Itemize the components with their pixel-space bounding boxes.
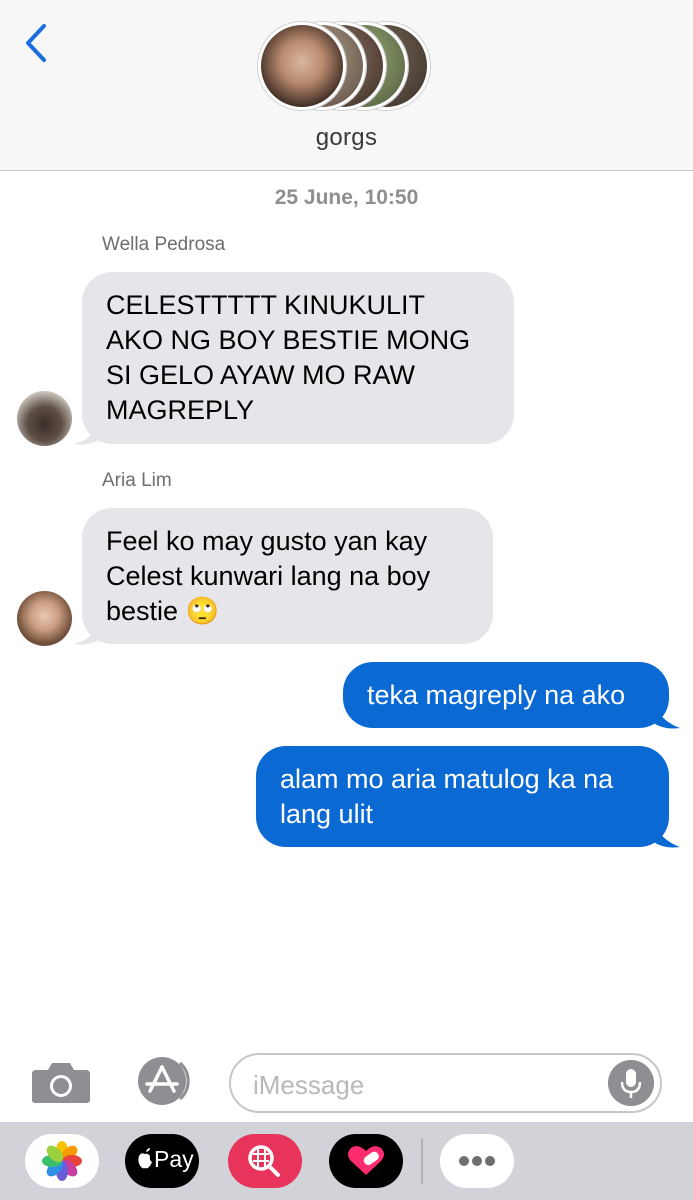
- message-line: CELESTTTTT KINUKULIT: [106, 290, 426, 320]
- bubble-tail: [654, 700, 680, 729]
- outgoing-message-bubble[interactable]: alam mo aria matulog ka na lang ulit: [256, 746, 669, 847]
- digital-touch-app-button[interactable]: [329, 1134, 403, 1188]
- group-name[interactable]: gorgs: [0, 124, 693, 152]
- message-timestamp: 25 June, 10:50: [274, 186, 419, 209]
- photos-app-button[interactable]: [25, 1134, 99, 1188]
- apple-pay-button[interactable]: Pay: [125, 1134, 199, 1188]
- bubble-tail: [74, 418, 104, 445]
- image-search-app-button[interactable]: [228, 1134, 302, 1188]
- member-avatar: [258, 22, 346, 110]
- message-line: SI GELO AYAW MO RAW: [106, 360, 416, 390]
- search-images-icon: [248, 1145, 280, 1177]
- camera-icon[interactable]: [30, 1060, 92, 1104]
- bubble-tail: [654, 819, 680, 848]
- incoming-message-bubble[interactable]: CELESTTTTT KINUKULIT AKO NG BOY BESTIE M…: [82, 272, 514, 444]
- conversation-header: gorgs: [0, 0, 693, 171]
- back-chevron-icon[interactable]: [18, 18, 58, 68]
- sender-avatar[interactable]: [17, 591, 72, 646]
- input-placeholder: iMessage: [253, 1070, 365, 1100]
- message-line: teka magreply na ako: [367, 680, 626, 710]
- message-line: MAGREPLY: [106, 395, 255, 425]
- app-store-icon[interactable]: [130, 1055, 194, 1107]
- sender-avatar[interactable]: [17, 391, 72, 446]
- bubble-tail: [74, 618, 104, 645]
- microphone-icon[interactable]: [608, 1060, 654, 1106]
- message-line: alam mo aria matulog ka na: [280, 764, 614, 794]
- message-line: bestie 🙄: [106, 596, 220, 626]
- more-icon: [459, 1156, 495, 1166]
- incoming-message-bubble[interactable]: Feel ko may gusto yan kay Celest kunwari…: [82, 508, 493, 644]
- apple-pay-label: Pay: [154, 1146, 194, 1172]
- more-apps-button[interactable]: [440, 1134, 514, 1188]
- imessage-input[interactable]: iMessage: [229, 1053, 662, 1113]
- group-avatars[interactable]: [258, 22, 438, 110]
- drawer-divider: [421, 1138, 423, 1184]
- message-line: lang ulit: [280, 799, 374, 829]
- message-line: AKO NG BOY BESTIE MONG: [106, 325, 471, 355]
- sender-name: Aria Lim: [102, 470, 172, 491]
- compose-bar: iMessage: [0, 1040, 693, 1122]
- message-line: Feel ko may gusto yan kay: [106, 526, 428, 556]
- app-drawer: Pay: [0, 1122, 693, 1200]
- photos-icon: [42, 1141, 82, 1181]
- message-line: Celest kunwari lang na boy: [106, 561, 431, 591]
- digital-touch-icon: [348, 1146, 384, 1175]
- sender-name: Wella Pedrosa: [102, 234, 226, 255]
- outgoing-message-bubble[interactable]: teka magreply na ako: [343, 662, 669, 728]
